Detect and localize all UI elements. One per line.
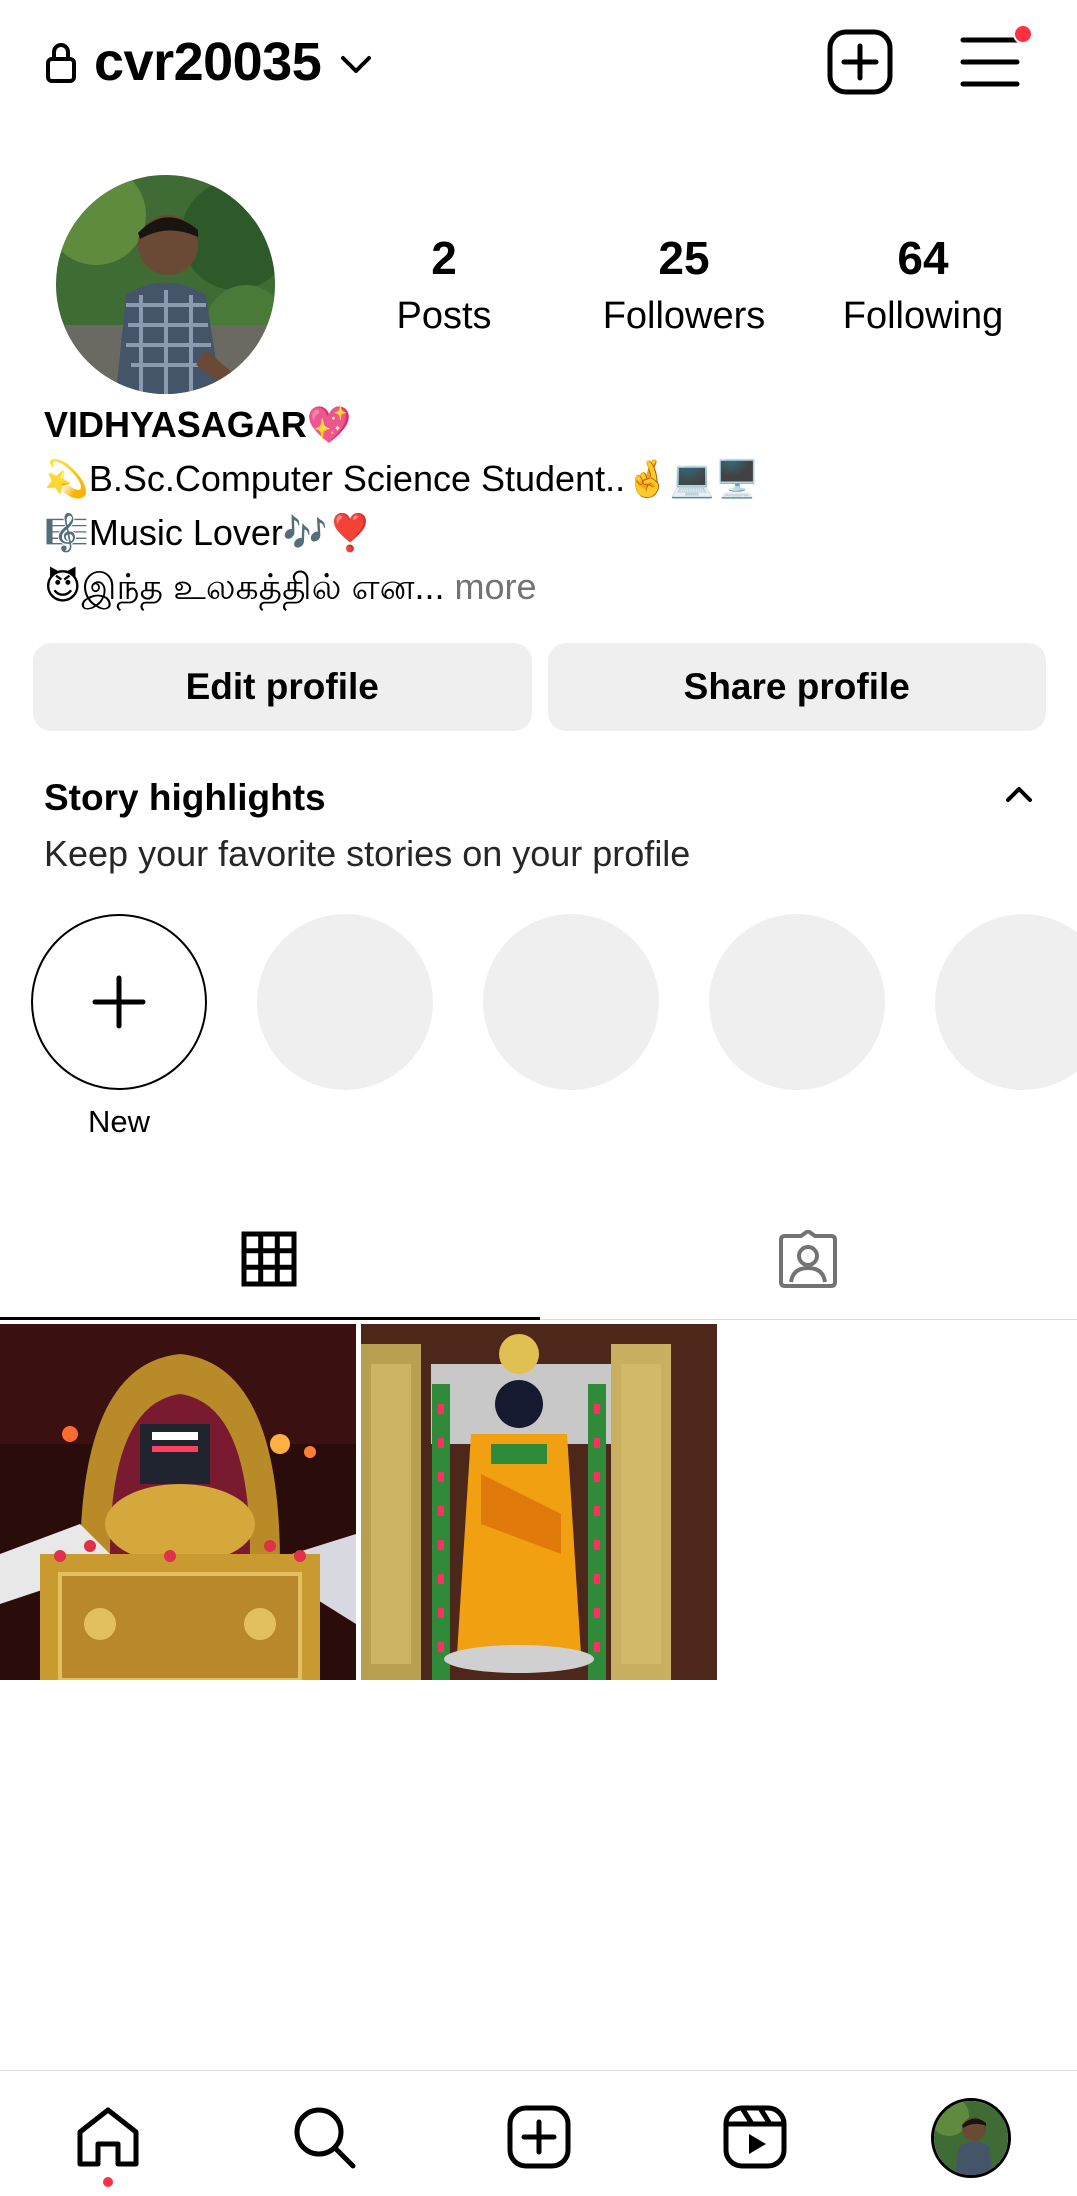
tab-posts-grid[interactable] (0, 1200, 538, 1318)
plus-icon (92, 975, 146, 1029)
story-highlights-header[interactable]: Story highlights Keep your favorite stor… (44, 770, 1034, 882)
nav-home[interactable] (72, 2101, 144, 2187)
story-highlights-title: Story highlights (44, 777, 326, 818)
highlights-row: New (0, 914, 1077, 1144)
home-icon (77, 2107, 139, 2167)
more-link[interactable]: more (445, 566, 537, 607)
edit-profile-button[interactable]: Edit profile (33, 643, 532, 731)
nav-profile[interactable] (926, 2093, 1016, 2183)
chevron-down-icon (341, 56, 372, 73)
highlight-placeholder (257, 914, 433, 1090)
post-thumbnail[interactable] (0, 1324, 356, 1680)
new-highlight[interactable]: New (31, 914, 207, 1142)
avatar-photo (56, 175, 275, 394)
profile-avatar-small (931, 2098, 1011, 2178)
profile-avatar[interactable] (56, 175, 275, 394)
nav-search[interactable] (288, 2101, 360, 2173)
display-name: VIDHYASAGAR💖 (44, 404, 352, 445)
post-image-temple-goddess (361, 1324, 717, 1680)
nav-reels[interactable] (719, 2101, 791, 2173)
lock-icon (46, 43, 76, 83)
notification-dot (1013, 24, 1033, 44)
tagged-icon (779, 1230, 837, 1288)
create-post-icon (507, 2105, 571, 2169)
bio-line: 💫B.Sc.Computer Science Student..🤞💻🖥️ (44, 458, 760, 499)
chevron-up-icon[interactable] (1004, 784, 1034, 804)
story-highlights-subtitle: Keep your favorite stories on your profi… (44, 833, 691, 874)
tab-tagged[interactable] (539, 1200, 1077, 1318)
highlight-placeholder (709, 914, 885, 1090)
active-tab-indicator (0, 1317, 540, 1320)
grid-icon (241, 1231, 297, 1287)
new-highlight-label: New (87, 1104, 150, 1139)
posts-count: 2 (431, 232, 457, 284)
top-bar: cvr20035 (0, 0, 1077, 130)
profile-bio: VIDHYASAGAR💖 💫B.Sc.Computer Science Stud… (44, 398, 1044, 614)
followers-count: 25 (658, 232, 710, 284)
following-count: 64 (897, 232, 949, 284)
account-switcher[interactable]: cvr20035 (44, 30, 373, 94)
posts-label: Posts (396, 295, 492, 337)
create-icon (827, 29, 893, 95)
posts-stat[interactable]: 2 Posts (324, 228, 564, 344)
highlight-placeholder (483, 914, 659, 1090)
nav-create[interactable] (503, 2101, 575, 2173)
following-label: Following (842, 295, 1004, 337)
home-notification-dot (103, 2177, 113, 2187)
reels-icon (723, 2105, 787, 2169)
post-image-temple-lingam (0, 1324, 356, 1680)
following-stat[interactable]: 64 Following (803, 228, 1043, 344)
bio-line-text: 😈இந்த உலகத்தில் என... (44, 566, 445, 607)
bio-line-truncated: 😈இந்த உலகத்தில் என... more (44, 560, 1044, 614)
create-button[interactable] (826, 28, 894, 96)
content-tabs (0, 1200, 1077, 1320)
highlight-placeholder (935, 914, 1077, 1090)
new-highlight-circle[interactable] (31, 914, 207, 1090)
profile-screen: cvr20035 2 Posts 25 Followers 64 Followi… (0, 0, 1077, 2196)
profile-actions: Edit profile Share profile (33, 643, 1046, 731)
bio-line: 🎼Music Lover🎶❣️ (44, 512, 373, 553)
bottom-navigation (0, 2070, 1077, 2196)
share-profile-button[interactable]: Share profile (547, 643, 1046, 731)
post-thumbnail[interactable] (361, 1324, 717, 1680)
menu-button[interactable] (957, 24, 1033, 96)
username: cvr20035 (94, 32, 322, 92)
followers-stat[interactable]: 25 Followers (564, 228, 804, 344)
search-icon (294, 2107, 356, 2169)
followers-label: Followers (602, 295, 766, 337)
